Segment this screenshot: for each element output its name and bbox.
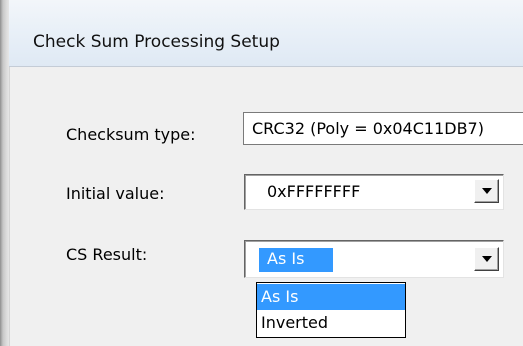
cs-result-dropdown-list[interactable]: As Is Inverted <box>256 282 406 338</box>
checksum-type-value: CRC32 (Poly = 0x04C11DB7) <box>252 119 484 138</box>
cs-result-combobox[interactable]: As Is <box>244 240 504 278</box>
dialog-window: Check Sum Processing Setup Checksum type… <box>0 0 523 346</box>
checksum-type-label: Checksum type: <box>66 125 196 144</box>
initial-value-label: Initial value: <box>66 184 165 203</box>
title-bar[interactable]: Check Sum Processing Setup <box>9 0 523 67</box>
initial-value-combobox[interactable]: 0xFFFFFFFF <box>244 174 504 210</box>
cs-result-selected-text: As Is <box>259 248 333 272</box>
dropdown-option-as-is[interactable]: As Is <box>257 284 405 310</box>
window-edge-shadow <box>0 0 9 346</box>
initial-value-dropdown-button[interactable] <box>474 179 499 203</box>
chevron-down-icon <box>481 256 492 262</box>
window-title: Check Sum Processing Setup <box>33 32 280 52</box>
initial-value-text: 0xFFFFFFFF <box>267 182 361 201</box>
cs-result-dropdown-button[interactable] <box>474 247 499 271</box>
checksum-type-field[interactable]: CRC32 (Poly = 0x04C11DB7) <box>243 112 523 145</box>
chevron-down-icon <box>481 188 492 194</box>
cs-result-label: CS Result: <box>66 245 148 264</box>
dropdown-option-inverted[interactable]: Inverted <box>257 310 405 336</box>
